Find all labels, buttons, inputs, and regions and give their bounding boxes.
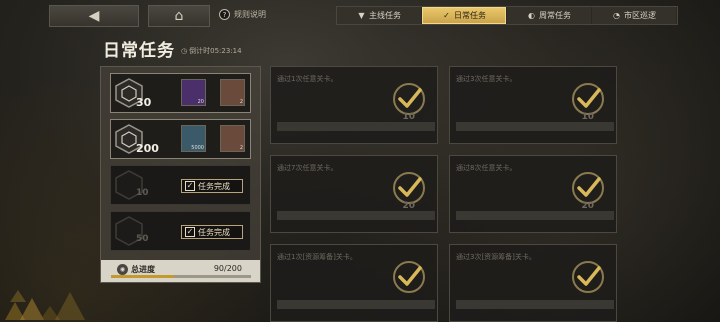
reward-tier[interactable]: 200 5000 2 (110, 119, 251, 159)
task-card[interactable]: 通过7次任意关卡。 20 (270, 155, 438, 233)
task-progress-bar (277, 300, 435, 309)
reward-tier: 10 ✓ 任务完成 (110, 165, 251, 205)
task-progress-bar (456, 211, 614, 220)
check-icon: ✓ (443, 11, 450, 20)
weekly-icon: ◐ (528, 11, 535, 20)
tier-points: 10 (136, 188, 149, 198)
tab-label: 日常任务 (454, 11, 486, 20)
task-card[interactable]: 通过1次任意关卡。 10 (270, 66, 438, 144)
back-button[interactable]: ◀ (49, 5, 139, 27)
tab-main-tasks[interactable]: ▼ 主线任务 (337, 7, 421, 24)
tier-points: 50 (136, 234, 149, 244)
reward-item[interactable]: 2 (220, 79, 245, 106)
task-points: 20 (402, 201, 415, 211)
reward-tier: 50 ✓ 任务完成 (110, 211, 251, 251)
decorative-triangles (5, 290, 85, 320)
total-progress: ◉ 总进度 90/200 (101, 260, 260, 282)
task-points: 10 (402, 112, 415, 122)
rules-link[interactable]: ? 规则说明 (219, 9, 266, 20)
completed-check-icon (393, 261, 425, 293)
check-icon: ✓ (185, 227, 195, 237)
task-complete-badge: ✓ 任务完成 (181, 179, 243, 193)
home-button[interactable]: ⌂ (148, 5, 210, 27)
progress-track (111, 275, 251, 278)
item-count: 20 (197, 99, 204, 105)
check-icon: ✓ (185, 181, 195, 191)
main-task-icon: ▼ (358, 11, 365, 20)
task-description: 通过1次任意关卡。 (277, 75, 338, 83)
task-card[interactable]: 通过1次[资源筹备]关卡。 (270, 244, 438, 322)
tier-points: 200 (136, 142, 159, 155)
home-icon: ⌂ (174, 8, 184, 24)
tier-points: 30 (136, 96, 152, 109)
done-label: 任务完成 (198, 227, 230, 237)
rules-label: 规则说明 (234, 10, 266, 19)
back-arrow-icon: ◀ (88, 8, 100, 24)
task-description: 通过3次任意关卡。 (456, 75, 517, 83)
task-description: 通过7次任意关卡。 (277, 164, 338, 172)
task-description: 通过8次任意关卡。 (456, 164, 517, 172)
countdown-text: 倒计时05:23:14 (189, 47, 242, 55)
progress-value: 90/200 (213, 264, 242, 273)
task-card[interactable]: 通过3次任意关卡。 10 (449, 66, 617, 144)
item-count: 5000 (191, 145, 204, 151)
task-progress-bar (277, 211, 435, 220)
tab-daily-tasks[interactable]: ✓ 日常任务 (422, 7, 506, 24)
reward-item[interactable]: 2 (220, 125, 245, 152)
item-count: 2 (239, 99, 243, 105)
page-title: 日常任务 (103, 41, 175, 61)
task-points: 20 (581, 201, 594, 211)
task-card[interactable]: 通过8次任意关卡。 20 (449, 155, 617, 233)
task-complete-badge: ✓ 任务完成 (181, 225, 243, 239)
task-progress-bar (277, 122, 435, 131)
reward-tier[interactable]: 30 20 2 (110, 73, 251, 113)
task-description: 通过3次[资源筹备]关卡。 (456, 253, 536, 261)
reward-item[interactable]: 20 (181, 79, 206, 106)
task-description: 通过1次[资源筹备]关卡。 (277, 253, 357, 261)
item-count: 2 (239, 145, 243, 151)
question-icon: ? (219, 9, 230, 20)
task-card[interactable]: 通过3次[资源筹备]关卡。 (449, 244, 617, 322)
tab-city-patrol[interactable]: ◔ 市区巡逻 (592, 7, 676, 24)
countdown-timer: ◷ 倒计时05:23:14 (181, 46, 242, 56)
completed-check-icon (572, 261, 604, 293)
task-tabs: ▼ 主线任务 ✓ 日常任务 ◐ 周常任务 ◔ 市区巡逻 (336, 6, 678, 25)
tab-label: 市区巡逻 (624, 11, 656, 20)
tab-label: 周常任务 (539, 11, 571, 20)
tab-weekly-tasks[interactable]: ◐ 周常任务 (507, 7, 591, 24)
progress-fill (111, 275, 174, 278)
tab-label: 主线任务 (369, 11, 401, 20)
reward-tiers-panel: 30 20 2 200 5000 2 10 ✓ 任务完成 50 ✓ 任务完成 ◉… (100, 66, 261, 283)
done-label: 任务完成 (198, 181, 230, 191)
task-progress-bar (456, 300, 614, 309)
task-points: 10 (581, 112, 594, 122)
task-progress-bar (456, 122, 614, 131)
progress-icon: ◉ (117, 264, 128, 275)
clock-icon: ◷ (181, 47, 188, 55)
progress-label: 总进度 (131, 265, 155, 274)
patrol-icon: ◔ (613, 11, 620, 20)
reward-item[interactable]: 5000 (181, 125, 206, 152)
app-root: ◀ ⌂ ? 规则说明 ▼ 主线任务 ✓ 日常任务 ◐ 周常任务 ◔ 市区巡逻 日… (0, 0, 720, 322)
